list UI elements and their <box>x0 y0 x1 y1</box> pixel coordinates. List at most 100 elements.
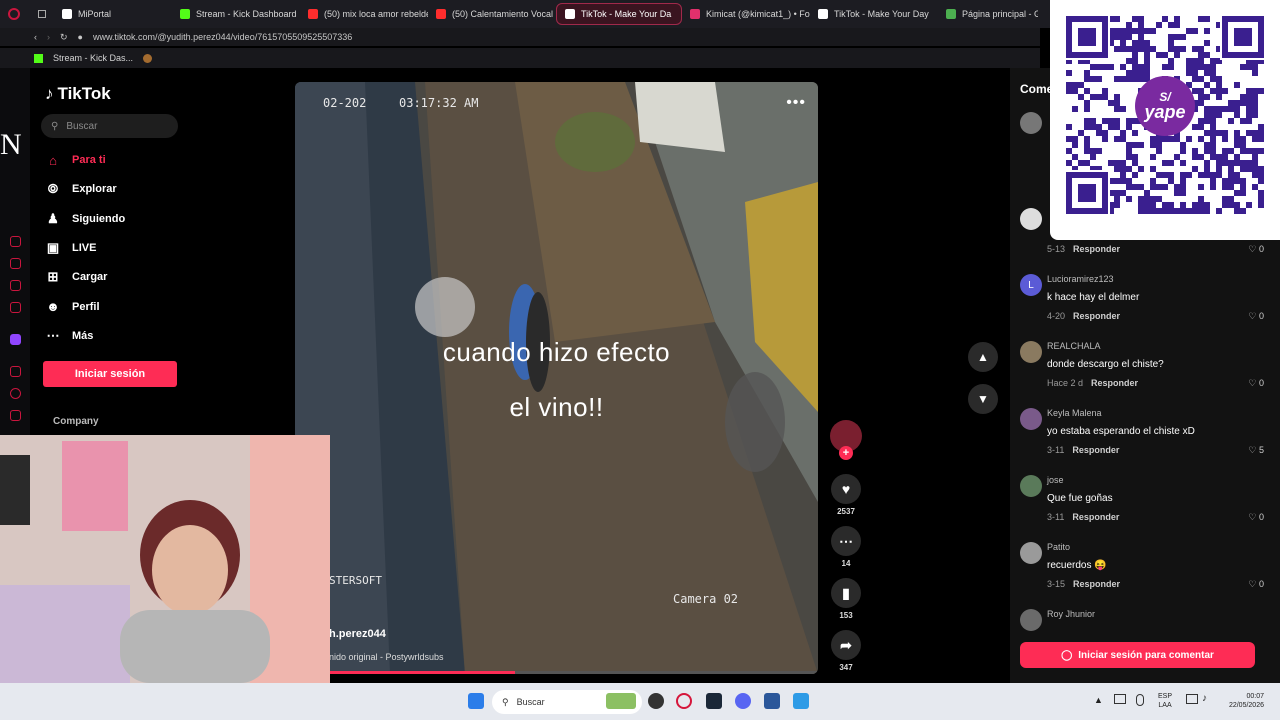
nav-item-para-ti[interactable]: ⌂ Para ti <box>45 152 106 168</box>
player-icon[interactable] <box>10 366 21 377</box>
browser-tab[interactable]: (50) mix loca amor rebelde <box>300 0 428 28</box>
back-icon[interactable]: ‹ <box>34 32 37 42</box>
commenter-avatar[interactable] <box>1020 475 1042 497</box>
nav-item-live[interactable]: ▣ LIVE <box>45 240 97 256</box>
reply-button[interactable]: Responder <box>1073 311 1120 321</box>
tray-network-icon[interactable] <box>1114 694 1126 704</box>
nav-item-cargar[interactable]: ⊞ Cargar <box>45 269 108 285</box>
commenter-avatar[interactable] <box>1020 208 1042 230</box>
commenter-avatar[interactable] <box>1020 609 1042 631</box>
history-icon[interactable] <box>10 236 21 247</box>
commenter-name[interactable]: jose <box>1047 475 1064 485</box>
tray-chevron-icon[interactable]: ▲ <box>1094 695 1103 705</box>
reply-button[interactable]: Responder <box>1073 244 1120 254</box>
forward-icon[interactable]: › <box>47 32 50 42</box>
user-icon: ♟ <box>47 210 59 226</box>
previous-video-button[interactable]: ▲ <box>968 342 998 372</box>
nav-item-explorar[interactable]: ⦾ Explorar <box>45 181 117 197</box>
commenter-avatar[interactable] <box>1020 542 1042 564</box>
company-link[interactable]: Company <box>53 416 99 427</box>
opera-menu-icon[interactable] <box>0 0 30 28</box>
creator-avatar[interactable]: + <box>826 420 866 460</box>
browser-tab[interactable]: Página principal - Goo <box>938 0 1038 28</box>
compass-icon: ⦾ <box>47 181 59 197</box>
commenter-avatar[interactable] <box>1020 112 1042 134</box>
comment-meta: 4-20 Responder <box>1047 311 1120 321</box>
browser-tab[interactable]: TikTok - Make Your Da <box>556 3 682 25</box>
next-video-button[interactable]: ▼ <box>968 384 998 414</box>
commenter-avatar[interactable]: L <box>1020 274 1042 296</box>
comment-text: k hace hay el delmer <box>1047 292 1140 303</box>
login-button[interactable]: Iniciar sesión <box>43 361 177 387</box>
url-text[interactable]: www.tiktok.com/@yudith.perez044/video/76… <box>93 32 352 42</box>
volume-icon[interactable]: ♪ <box>1202 693 1207 704</box>
commenter-name[interactable]: REALCHALA <box>1047 341 1101 351</box>
clock-icon[interactable] <box>10 388 21 399</box>
bookmark-extra-icon[interactable] <box>143 53 153 63</box>
reply-button[interactable]: Responder <box>1073 579 1120 589</box>
word-icon[interactable] <box>764 693 780 709</box>
save-button[interactable]: ▮ 153 <box>826 578 866 620</box>
commenter-name[interactable]: Keyla Malena <box>1047 408 1102 418</box>
like-button[interactable]: ♥ 2537 <box>826 474 866 516</box>
comment-like-count: 5 <box>1258 445 1264 455</box>
tiktok-logo[interactable]: ♪ TikTok <box>45 84 111 104</box>
reply-button[interactable]: Responder <box>1072 445 1119 455</box>
comment-likes[interactable]: ♡ 0 <box>1248 378 1264 389</box>
instagram-icon[interactable] <box>10 302 21 313</box>
more-options-icon[interactable]: ••• <box>786 94 806 112</box>
nav-item-siguiendo[interactable]: ♟ Siguiendo <box>45 211 125 227</box>
camera-label: Camera 02 <box>673 592 739 606</box>
browser-tab[interactable]: Kimicat (@kimicat1_) • Fo <box>682 0 810 28</box>
share-button[interactable]: ➦ 347 <box>826 630 866 672</box>
discord-icon[interactable] <box>735 693 751 709</box>
display-icon[interactable] <box>1186 694 1198 704</box>
file-icon[interactable] <box>793 693 809 709</box>
search-input[interactable]: ⚲ Buscar <box>41 114 178 138</box>
tab-label: Stream - Kick Dashboard <box>196 9 297 19</box>
opera-icon[interactable] <box>676 693 692 709</box>
comment-icon: ⋯ <box>831 526 861 556</box>
bookmark-kick[interactable]: Stream - Kick Das... <box>53 53 133 63</box>
commenter-avatar[interactable] <box>1020 408 1042 430</box>
comment-likes[interactable]: ♡ 5 <box>1248 445 1264 456</box>
comment-login-button[interactable]: ◯ Iniciar sesión para comentar <box>1020 642 1255 668</box>
box-icon[interactable] <box>10 410 21 421</box>
commenter-name[interactable]: Lucioramirez123 <box>1047 274 1114 284</box>
tab-label: (50) Calentamiento Vocal <box>452 9 554 19</box>
reply-button[interactable]: Responder <box>1091 378 1138 388</box>
comment-button[interactable]: ⋯ 14 <box>826 526 866 568</box>
commenter-name[interactable]: Roy Jhunior <box>1047 609 1095 619</box>
search-highlight-icon[interactable] <box>606 693 636 709</box>
browser-tab[interactable]: TikTok - Make Your Day <box>810 0 938 28</box>
app-icon[interactable] <box>648 693 664 709</box>
steam-icon[interactable] <box>706 693 722 709</box>
messenger-icon[interactable] <box>10 280 21 291</box>
follow-plus-icon[interactable]: + <box>839 446 853 460</box>
browser-tab[interactable]: MiPortal <box>54 0 172 28</box>
tab-favicon-icon <box>308 9 318 19</box>
video-author[interactable]: h.perez044 <box>329 628 386 640</box>
nav-item-más[interactable]: ⋯ Más <box>45 328 94 344</box>
comment-likes[interactable]: ♡ 0 <box>1248 579 1264 590</box>
twitch-icon[interactable] <box>10 334 21 345</box>
comment-likes[interactable]: ♡ 0 <box>1248 311 1264 322</box>
video-player[interactable]: 02-202 03:17:32 AM ••• cuando hizo efect… <box>295 82 818 674</box>
nav-item-perfil[interactable]: ☻ Perfil <box>45 299 99 315</box>
bag-icon[interactable] <box>10 258 21 269</box>
commenter-avatar[interactable] <box>1020 341 1042 363</box>
system-clock[interactable]: 00:07 22/05/2026 <box>1216 692 1264 710</box>
microphone-icon[interactable] <box>1136 694 1144 706</box>
tab-overview-icon[interactable] <box>30 0 54 28</box>
windows-start-icon[interactable] <box>468 693 484 709</box>
browser-tab[interactable]: Stream - Kick Dashboard <box>172 0 300 28</box>
language-indicator[interactable]: ESP LAA <box>1158 692 1172 710</box>
video-progress-bar[interactable] <box>295 671 818 674</box>
browser-tab[interactable]: (50) Calentamiento Vocal <box>428 0 556 28</box>
comment-likes[interactable]: ♡ 0 <box>1248 244 1264 255</box>
comment-likes[interactable]: ♡ 0 <box>1248 512 1264 523</box>
commenter-name[interactable]: Patito <box>1047 542 1070 552</box>
video-music[interactable]: nido original - Postywrldsubs <box>329 652 444 662</box>
reload-icon[interactable]: ↻ <box>60 32 68 43</box>
reply-button[interactable]: Responder <box>1072 512 1119 522</box>
